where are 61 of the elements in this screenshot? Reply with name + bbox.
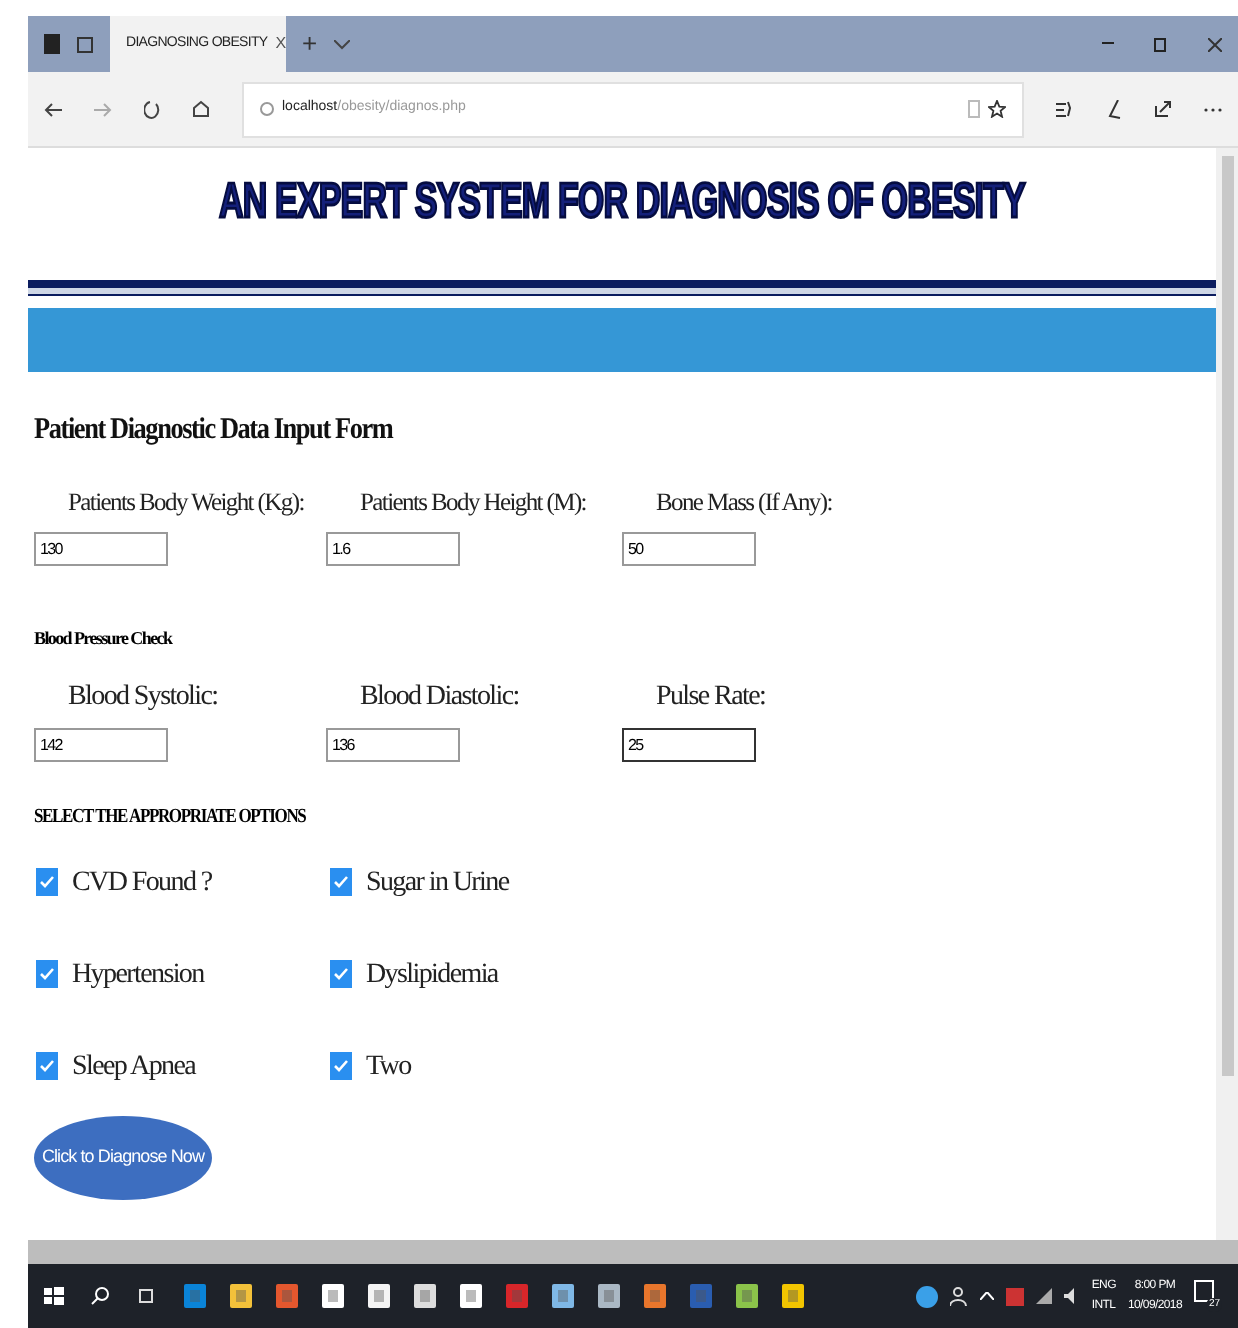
input-field[interactable]: 142 — [34, 728, 168, 762]
search-icon[interactable] — [90, 1286, 110, 1306]
vertical-scrollbar[interactable] — [1216, 148, 1238, 1240]
field-label: Pulse Rate: — [656, 680, 766, 716]
diagnose-button[interactable]: Click to Diagnose Now — [34, 1116, 212, 1200]
signal-icon[interactable] — [1035, 1288, 1052, 1304]
horizontal-scrollbar[interactable] — [28, 1240, 1238, 1264]
checkmark-icon — [40, 1060, 54, 1072]
notification-icon — [1194, 1280, 1214, 1302]
checkmark-icon — [40, 968, 54, 980]
checkmark-icon — [334, 876, 348, 888]
home-icon[interactable] — [192, 100, 210, 118]
checkbox[interactable] — [330, 868, 352, 896]
checkbox[interactable] — [330, 1052, 352, 1080]
field-label: Patients Body Weight (Kg): — [68, 485, 304, 520]
star-icon[interactable] — [988, 100, 1006, 118]
share-icon[interactable] — [1154, 100, 1172, 118]
scrollbar-thumb[interactable] — [1221, 156, 1233, 1076]
section-heading: Blood Pressure Check — [34, 625, 175, 651]
page-banner-title: AN EXPERT SYSTEM FOR DIAGNOSIS OF OBESITY — [219, 171, 1025, 233]
task-view-icon[interactable] — [136, 1286, 156, 1306]
option-label[interactable]: Hypertension — [72, 953, 204, 995]
field-label: Bone Mass (If Any): — [656, 485, 832, 520]
new-tab-button[interactable]: + — [302, 24, 318, 64]
option-label[interactable]: Two — [366, 1045, 411, 1087]
favorites-icon[interactable] — [1056, 100, 1074, 118]
chevron-down-icon[interactable] — [333, 39, 350, 49]
reading-view-icon[interactable] — [968, 100, 980, 118]
forward-icon[interactable] — [94, 101, 112, 117]
back-icon[interactable] — [44, 101, 62, 117]
minimize-icon[interactable] — [1102, 42, 1114, 46]
chevron-up-icon[interactable] — [979, 1292, 994, 1300]
info-icon — [260, 102, 274, 116]
field-label: Patients Body Height (M): — [360, 485, 586, 520]
option-label[interactable]: Sleep Apnea — [72, 1045, 196, 1087]
section-heading: SELECT THE APPROPRIATE OPTIONS — [34, 804, 308, 832]
checkmark-icon — [334, 1060, 348, 1072]
option-label[interactable]: Sugar in Urine — [366, 861, 509, 903]
checkmark-icon — [334, 968, 348, 980]
input-field[interactable]: 1.6 — [326, 531, 460, 565]
checkmark-icon — [40, 876, 54, 888]
option-label[interactable]: Dyslipidemia — [366, 953, 498, 995]
refresh-icon[interactable] — [144, 99, 160, 119]
checkbox[interactable] — [36, 868, 58, 896]
checkbox[interactable] — [36, 1052, 58, 1080]
tab-close-button[interactable]: X — [275, 32, 287, 56]
start-icon[interactable] — [44, 1286, 64, 1306]
close-icon[interactable] — [1208, 37, 1222, 51]
people-icon[interactable] — [949, 1286, 968, 1306]
checkbox[interactable] — [330, 960, 352, 988]
field-label: Blood Diastolic: — [360, 680, 519, 716]
maximize-icon[interactable] — [1154, 36, 1168, 52]
input-field[interactable]: 25 — [622, 728, 756, 762]
input-field[interactable]: 136 — [326, 728, 460, 762]
checkbox[interactable] — [36, 960, 58, 988]
speaker-icon[interactable] — [1063, 1288, 1080, 1304]
input-field[interactable]: 50 — [622, 531, 756, 565]
field-label: Blood Systolic: — [68, 680, 218, 716]
option-label[interactable]: CVD Found ? — [72, 861, 212, 903]
input-field[interactable]: 130 — [34, 531, 168, 565]
form-title: Patient Diagnostic Data Input Form — [34, 412, 396, 450]
